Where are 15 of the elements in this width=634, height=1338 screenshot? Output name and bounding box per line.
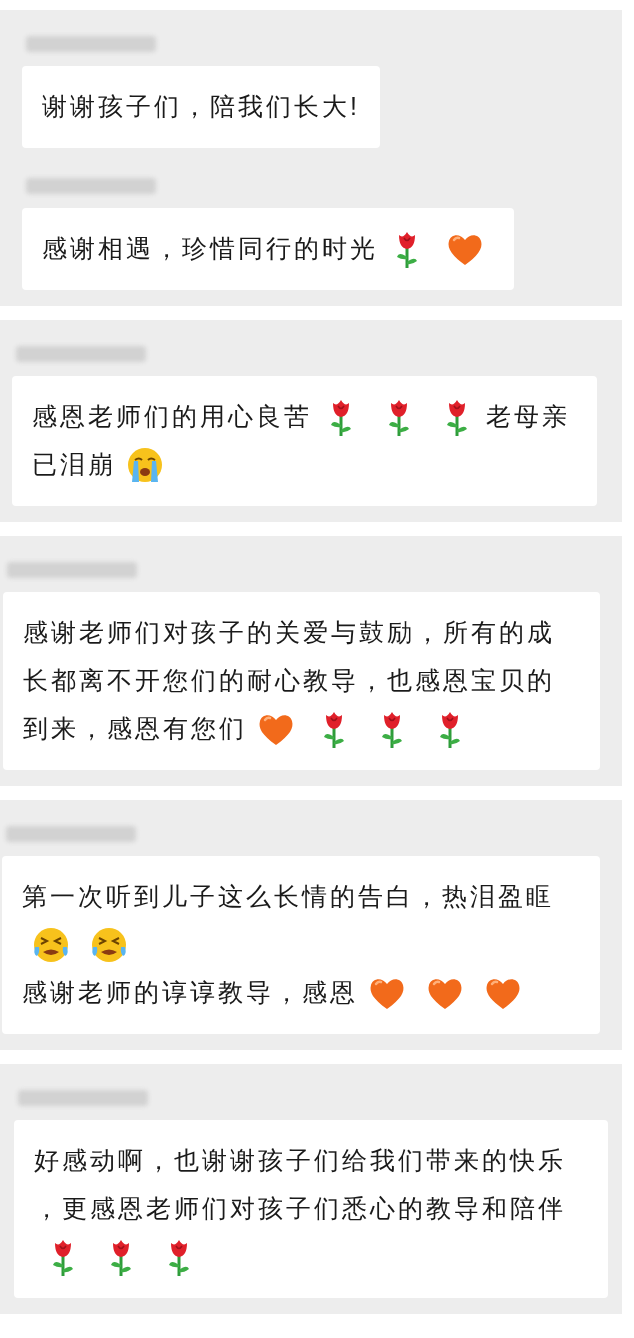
crying-face-icon xyxy=(125,445,165,485)
comment-text: 到来，感恩有您们 xyxy=(23,713,247,745)
crying-face-icon xyxy=(31,925,71,965)
comment-text: 感谢相遇，珍惜同行的时光 xyxy=(42,233,378,265)
comment-text: 老母亲 xyxy=(486,401,570,433)
comment-text: 好感动啊，也谢谢孩子们给我们带来的快乐 xyxy=(34,1145,566,1177)
comment-text: 第一次听到儿子这么长情的告白，热泪盈眶 xyxy=(22,881,554,913)
comment-text: ，更感恩老师们对孩子们悉心的教导和陪伴 xyxy=(34,1193,566,1225)
comment-text: 长都离不开您们的耐心教导，也感恩宝贝的 xyxy=(23,665,555,697)
comment-text: 感谢老师的谆谆教导，感恩 xyxy=(22,977,358,1009)
comment-text: 感恩老师们的用心良苦 xyxy=(32,401,312,433)
crying-face-icon xyxy=(89,925,129,965)
comment-text: 感谢老师们对孩子的关爱与鼓励，所有的成 xyxy=(23,617,555,649)
comment-text: 已泪崩 xyxy=(32,449,116,481)
comment-text: 谢谢孩子们，陪我们长大! xyxy=(42,91,360,123)
